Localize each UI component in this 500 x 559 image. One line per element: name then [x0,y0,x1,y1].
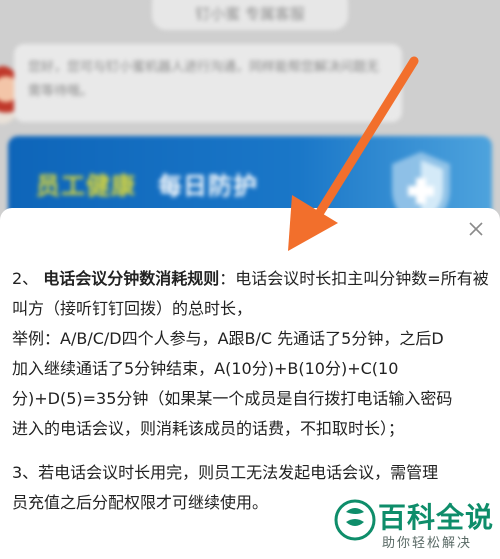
rule-2-example-line: 进入的电话会议，则消耗该成员的话费，不扣取时长）； [12,419,405,438]
close-icon [469,222,483,236]
chat-title-pill: 钉小蜜 专属客服 [152,0,348,30]
chat-message-bubble: 您好，您可与钉小蜜机器人进行沟通，同样能帮您解决问题无需等待哦。 [14,44,402,122]
rule-2-example-line: 举例：A/B/C/D四个人参与，A跟B/C 先通话了5分钟，之后D [12,329,444,348]
rule-2-example-line: 分)+D(5)=35分钟（如果某一个成员是自行拨打电话输入密码 [12,389,453,408]
watermark-subtitle: 助你轻松解决 [382,536,473,551]
banner-text-protect: 每日防护 [158,172,258,200]
rule-2-number: 2、 [12,269,39,288]
rule-2-title: 电话会议分钟数消耗规则 [43,269,220,288]
rule-2-example-line: 加入继续通话了5分钟结束，A(10分)+B(10分)+C(10 [12,359,399,378]
banner-text-health: 员工健康 [36,172,136,200]
watermark-emblem-icon [334,499,376,541]
watermark-title: 百科全说 [378,501,495,534]
rule-2-paragraph: 2、 电话会议分钟数消耗规则：电话会议时长扣主叫分钟数=所有被叫方（接听钉钉回拨… [12,264,492,324]
rule-3-line: 3、若电话会议时长用完，则员工无法发起电话会议，需管理 [12,463,439,482]
rules-content: 2、 电话会议分钟数消耗规则：电话会议时长扣主叫分钟数=所有被叫方（接听钉钉回拨… [12,264,492,518]
watermark-logo: 百科全说 助你轻松解决 [334,494,496,556]
close-button[interactable] [462,215,490,243]
